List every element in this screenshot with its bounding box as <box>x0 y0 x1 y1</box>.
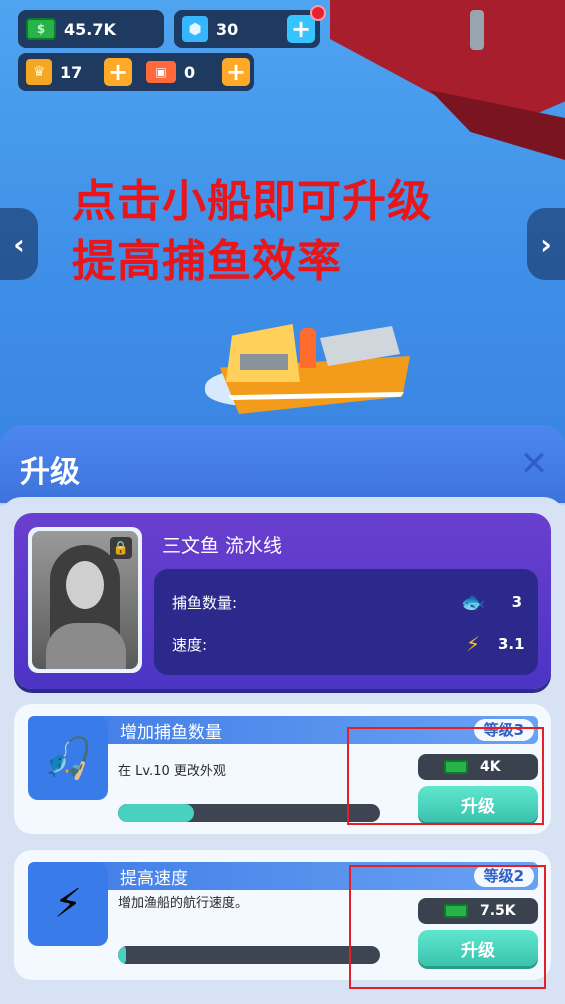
plus-icon: + <box>107 58 129 86</box>
manager-portrait[interactable]: 🔒 <box>28 527 142 673</box>
upgrade-title: 提高速度 <box>120 869 188 889</box>
gem-amount: 30 <box>216 19 239 39</box>
stats-box: 捕鱼数量: 🐟 3 速度: ⚡ 3.1 <box>154 569 538 675</box>
progress-fill <box>118 804 194 822</box>
lightning-icon: ⚡ <box>28 862 108 946</box>
upgrade-description: 增加渔船的航行速度。 <box>118 896 249 911</box>
previous-arrow-button[interactable]: ‹ <box>0 208 38 280</box>
line-name: 三文鱼 流水线 <box>162 535 283 557</box>
fishing-hook-icon: 🎣 <box>28 716 108 800</box>
stat-value: 3 <box>511 593 522 611</box>
tutorial-overlay-text: 点击小船即可升级 提高捕鱼效率 <box>72 172 432 292</box>
line-info-card: 🔒 三文鱼 流水线 捕鱼数量: 🐟 3 速度: ⚡ 3.1 <box>14 513 551 689</box>
crown-amount: 17 <box>60 62 83 82</box>
plus-icon: + <box>290 15 312 43</box>
panel-header: 升级 ✕ <box>0 425 565 503</box>
stat-value: 3.1 <box>498 635 525 653</box>
upgrade-title: 增加捕鱼数量 <box>120 723 222 743</box>
highlight-box <box>349 865 546 989</box>
overlay-line-1: 点击小船即可升级 <box>72 176 432 227</box>
upgrade-progress-bar <box>118 804 380 822</box>
stat-label: 速度: <box>172 635 208 654</box>
close-icon: ✕ <box>519 444 549 484</box>
chevron-left-icon: ‹ <box>13 227 25 261</box>
next-arrow-button[interactable]: › <box>527 208 565 280</box>
stat-label: 捕鱼数量: <box>172 593 238 612</box>
upgrade-progress-bar <box>118 946 380 964</box>
close-button[interactable]: ✕ <box>517 447 551 481</box>
ticket-icon: ▣ <box>146 61 176 83</box>
gem-icon: ⬢ <box>182 16 208 42</box>
fishing-boat[interactable] <box>220 312 415 422</box>
panel-title: 升级 <box>20 455 80 490</box>
crown-icon: ♛ <box>26 59 52 85</box>
cash-counter: $ 45.7K <box>18 10 164 48</box>
chevron-right-icon: › <box>540 227 552 261</box>
upgrade-description: 在 Lv.10 更改外观 <box>118 764 226 779</box>
highlight-box <box>347 727 544 825</box>
ticket-amount: 0 <box>184 62 196 82</box>
add-tickets-button[interactable]: + <box>222 58 250 86</box>
cash-icon: $ <box>26 18 56 40</box>
notification-dot <box>310 5 326 21</box>
cash-amount: 45.7K <box>64 19 116 39</box>
fish-icon: 🐟 <box>460 590 486 614</box>
add-gems-button[interactable]: + <box>287 15 315 43</box>
add-crowns-button[interactable]: + <box>104 58 132 86</box>
gem-counter: ⬢ 30 + <box>174 10 320 48</box>
lock-icon: 🔒 <box>110 537 132 559</box>
plus-icon: + <box>225 58 247 86</box>
bolt-icon: ⚡ <box>465 632 481 656</box>
progress-fill <box>118 946 126 964</box>
dock-structure <box>330 0 565 160</box>
stat-row-speed: 速度: ⚡ 3.1 <box>172 629 525 659</box>
overlay-line-2: 提高捕鱼效率 <box>72 236 342 287</box>
stat-row-catch: 捕鱼数量: 🐟 3 <box>172 587 522 617</box>
